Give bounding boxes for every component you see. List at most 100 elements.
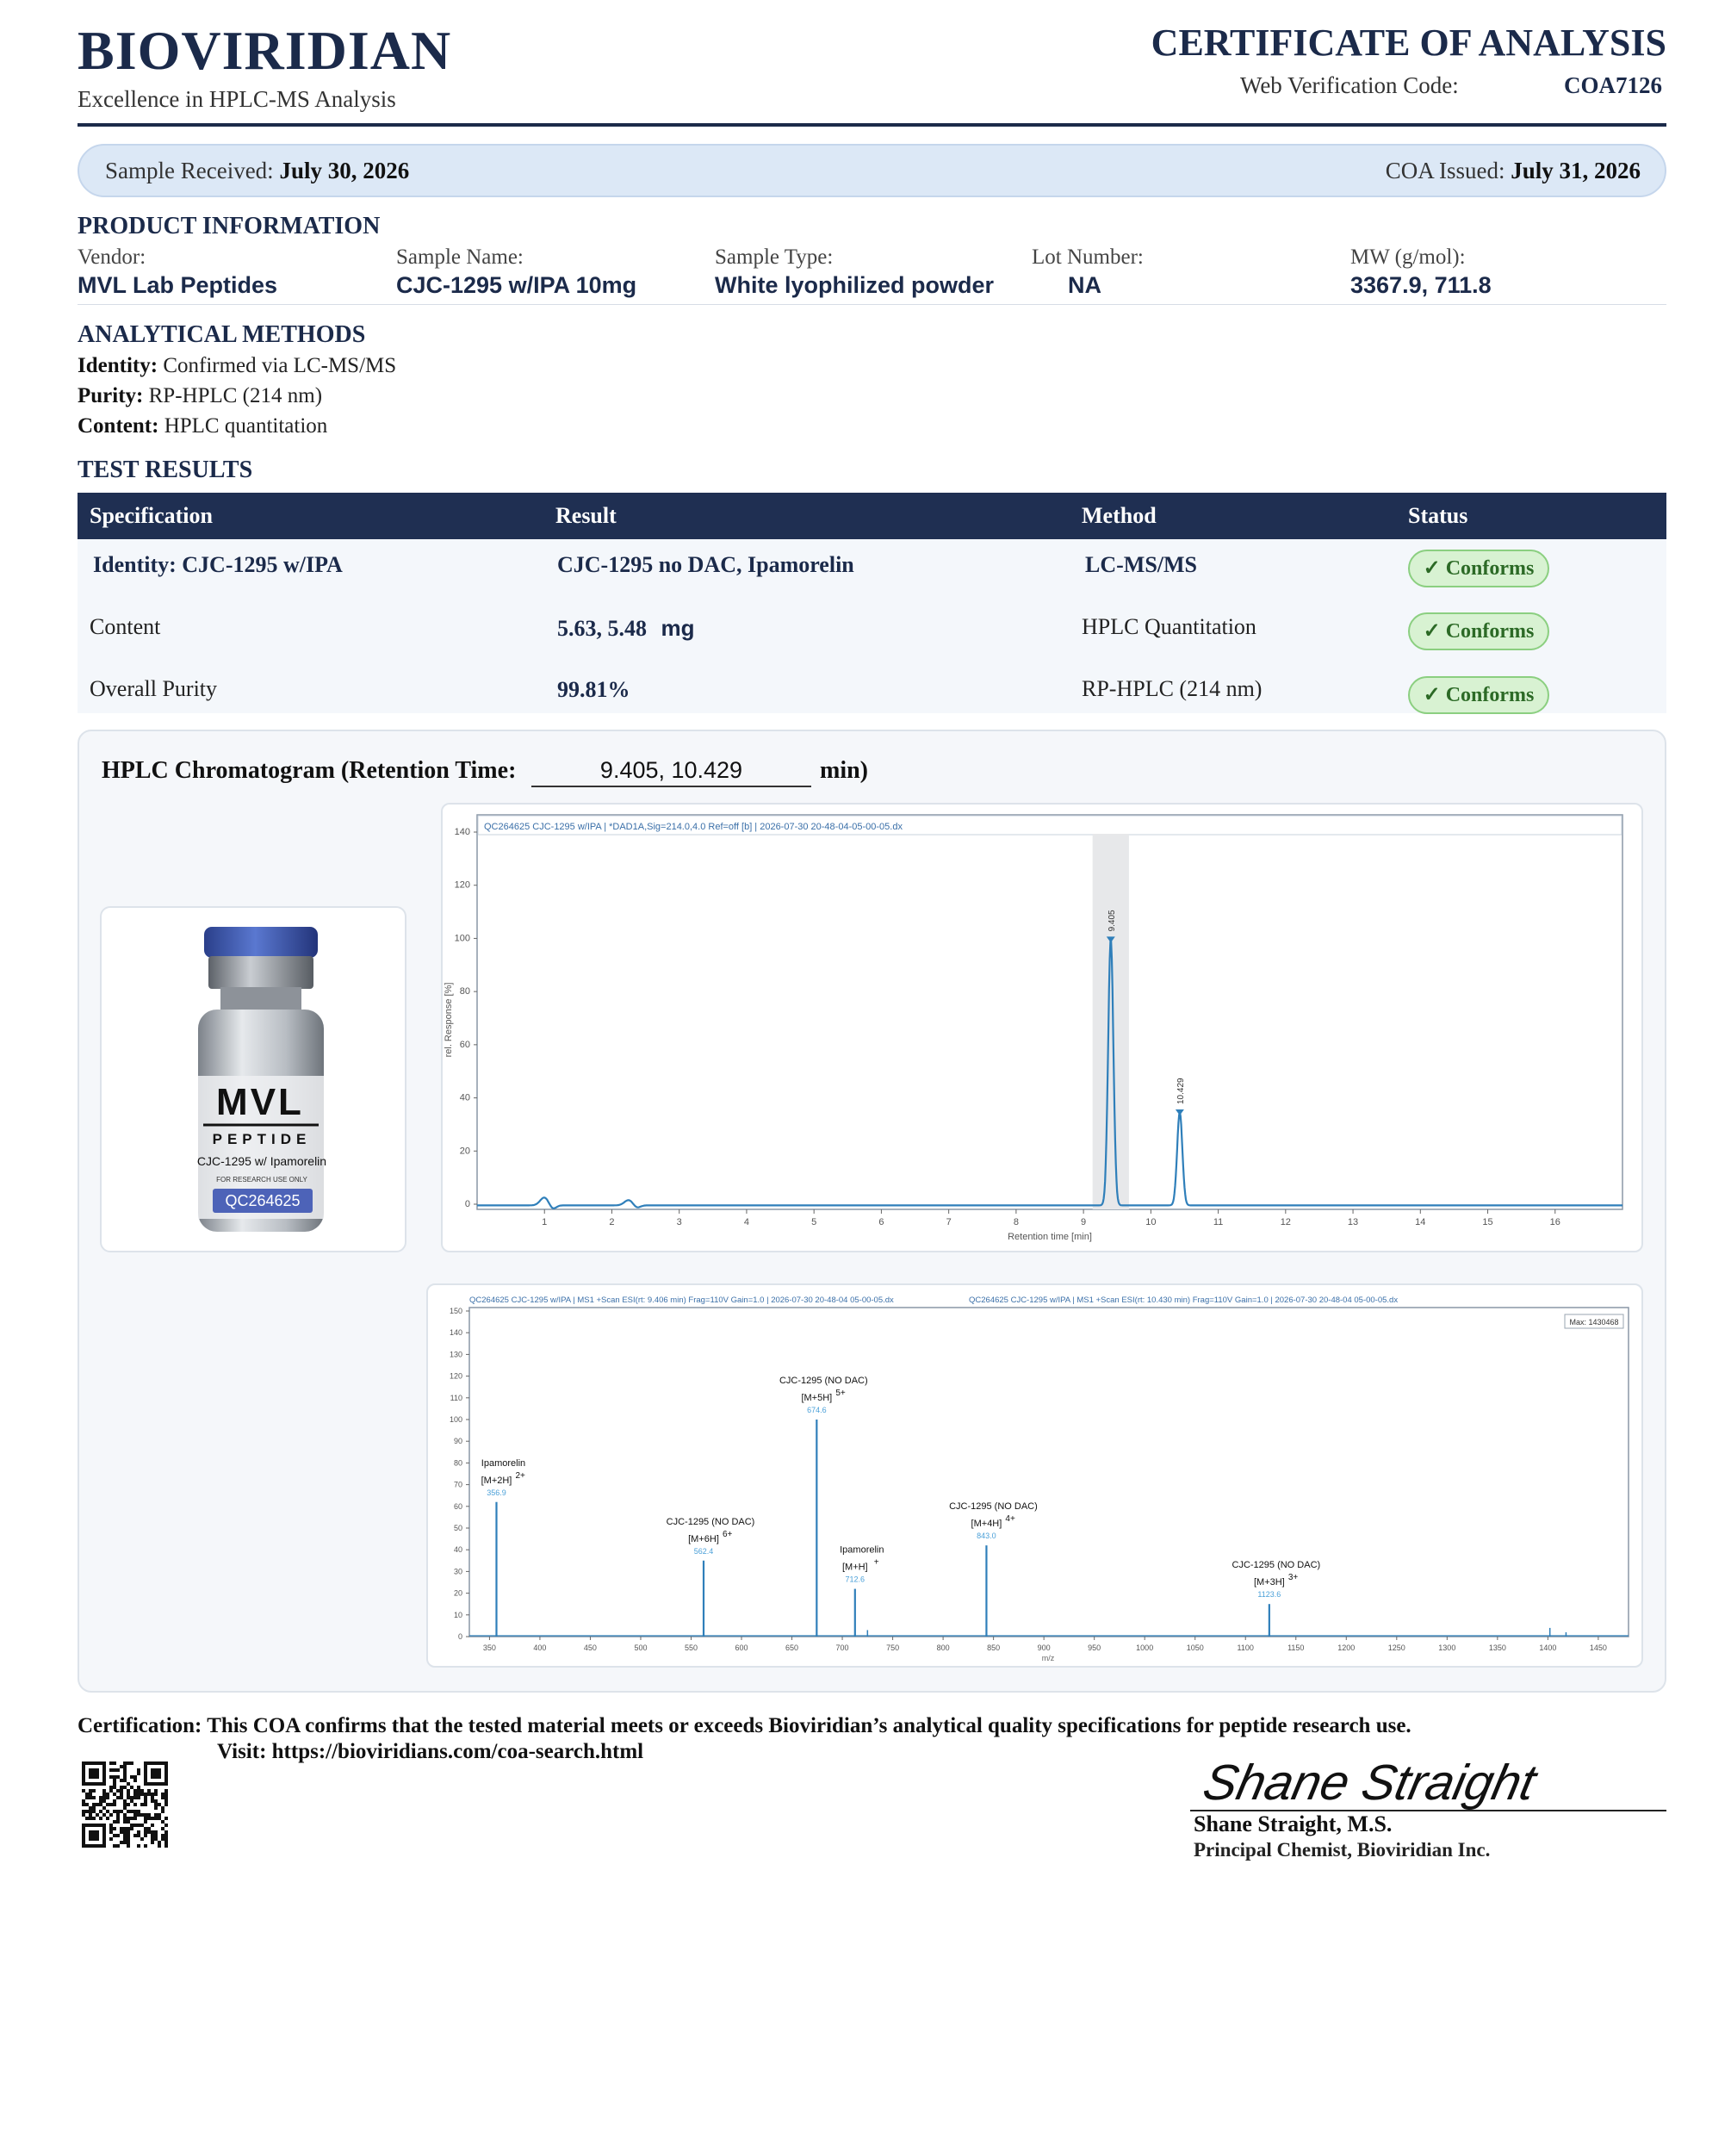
received-date: July 30, 2026 xyxy=(279,158,410,183)
row-purity-spec: Overall Purity xyxy=(90,676,218,701)
mw-value: 3367.9, 711.8 xyxy=(1350,272,1492,298)
vial-subbrand: PEPTIDE xyxy=(213,1131,312,1147)
sample-type-value: White lyophilized powder xyxy=(715,272,994,298)
received-label: Sample Received: xyxy=(105,158,274,183)
hplc-peak-highlight xyxy=(1092,834,1129,1209)
vial-graphic: MVL PEPTIDE CJC-1295 w/ Ipamorelin FOR R… xyxy=(197,927,326,1232)
ms-x-tick-label: 450 xyxy=(584,1643,597,1652)
ms-peak-charge: 2+ xyxy=(515,1471,525,1481)
ms-peak-ion: [M+5H] xyxy=(801,1393,832,1403)
hplc-peak-label: 9.405 xyxy=(1107,910,1117,931)
ms-x-tick-label: 700 xyxy=(836,1643,849,1652)
ms-peak-name: CJC-1295 (NO DAC) xyxy=(1232,1560,1321,1570)
row-identity-result: CJC-1295 no DAC, Ipamorelin xyxy=(557,552,854,577)
product-vial-image: MVL PEPTIDE CJC-1295 w/ Ipamorelin FOR R… xyxy=(100,906,406,1252)
retention-time-value: 9.405, 10.429 xyxy=(531,757,811,787)
vial-product-name: CJC-1295 w/ Ipamorelin xyxy=(197,1154,326,1168)
row-identity-method: LC-MS/MS xyxy=(1085,552,1197,577)
column-header-specification: Specification xyxy=(90,503,213,528)
hplc-x-tick-label: 10 xyxy=(1145,1217,1156,1227)
ms-x-tick-label: 850 xyxy=(987,1643,1000,1652)
status-badge: ✓ Conforms xyxy=(1408,676,1549,714)
vial-crimp xyxy=(208,956,313,989)
row-purity-result: 99.81% xyxy=(557,677,630,702)
certification-label: Certification: xyxy=(78,1714,202,1737)
column-header-status: Status xyxy=(1408,503,1468,528)
ms-x-axis-label: m/z xyxy=(1042,1654,1055,1662)
verification-code: COA7126 xyxy=(1564,72,1662,98)
signer-title: Principal Chemist, Bioviridian Inc. xyxy=(1194,1839,1491,1861)
ms-y-tick-label: 10 xyxy=(454,1611,462,1619)
row-content-spec: Content xyxy=(90,614,161,639)
ms-y-tick-label: 120 xyxy=(450,1372,462,1381)
ms-x-tick-label: 1200 xyxy=(1337,1643,1355,1652)
ms-x-tick-label: 750 xyxy=(886,1643,899,1652)
ms-peak-name: Ipamorelin xyxy=(840,1545,884,1556)
header-divider xyxy=(78,123,1666,127)
methods-heading: ANALYTICAL METHODS xyxy=(78,321,366,348)
ms-y-tick-label: 60 xyxy=(454,1502,462,1511)
qr-code xyxy=(82,1761,168,1848)
hplc-y-tick-label: 40 xyxy=(460,1093,470,1103)
hplc-x-tick-label: 4 xyxy=(744,1217,749,1227)
hplc-header-text: QC264625 CJC-1295 w/IPA | *DAD1A,Sig=214… xyxy=(484,822,903,832)
vial-neck xyxy=(220,987,301,1011)
method-identity-label: Identity: xyxy=(78,354,158,377)
ms-y-tick-label: 100 xyxy=(450,1415,462,1424)
hplc-x-tick-label: 2 xyxy=(609,1217,614,1227)
hplc-x-tick-label: 13 xyxy=(1348,1217,1358,1227)
lot-number-label: Lot Number: xyxy=(1032,245,1144,269)
method-purity: Purity: RP-HPLC (214 nm) xyxy=(78,384,322,408)
certification-text: This COA confirms that the tested materi… xyxy=(207,1714,1411,1737)
ms-peak-charge: 3+ xyxy=(1288,1573,1299,1582)
method-identity-value: Confirmed via LC-MS/MS xyxy=(163,354,397,377)
hplc-plot-area xyxy=(476,814,1623,1210)
product-info-divider xyxy=(78,304,1666,305)
ms-x-tick-label: 400 xyxy=(533,1643,546,1652)
column-header-method: Method xyxy=(1082,503,1157,528)
date-bar: Sample Received: July 30, 2026 COA Issue… xyxy=(78,144,1666,197)
signer-name: Shane Straight, M.S. xyxy=(1194,1811,1393,1836)
ms-peak-charge: 4+ xyxy=(1005,1514,1015,1524)
ms-peak-ion: [M+3H] xyxy=(1254,1577,1285,1587)
issued-date: July 31, 2026 xyxy=(1511,158,1641,183)
ms-y-tick-label: 110 xyxy=(450,1394,462,1402)
ms-y-tick-label: 80 xyxy=(454,1458,462,1467)
ms-x-tick-label: 600 xyxy=(735,1643,748,1652)
hplc-y-tick-label: 20 xyxy=(460,1146,470,1156)
ms-x-tick-label: 950 xyxy=(1088,1643,1101,1652)
ms-y-tick-label: 0 xyxy=(458,1632,462,1641)
hplc-y-tick-label: 60 xyxy=(460,1040,470,1050)
ms-peak-mz: 356.9 xyxy=(487,1488,506,1497)
issued-label: COA Issued: xyxy=(1385,158,1505,183)
sample-received: Sample Received: July 30, 2026 xyxy=(105,158,409,184)
retention-time-unit: min) xyxy=(820,757,868,784)
lot-number-value: NA xyxy=(1068,272,1101,298)
certification-statement: Certification: This COA confirms that th… xyxy=(78,1714,1411,1738)
hplc-x-tick-label: 12 xyxy=(1281,1217,1291,1227)
ms-peak-name: CJC-1295 (NO DAC) xyxy=(949,1501,1038,1512)
ms-y-tick-label: 20 xyxy=(454,1589,462,1598)
ms-peak-name: CJC-1295 (NO DAC) xyxy=(667,1517,755,1527)
ms-peak-mz: 843.0 xyxy=(977,1532,996,1540)
ms-y-tick-label: 70 xyxy=(454,1481,462,1489)
hplc-y-tick-label: 0 xyxy=(465,1199,470,1209)
ms-peak-mz: 674.6 xyxy=(807,1406,827,1414)
mw-label: MW (g/mol): xyxy=(1350,245,1466,269)
ms-x-tick-label: 1350 xyxy=(1489,1643,1506,1652)
status-badge: ✓ Conforms xyxy=(1408,550,1549,587)
row-content-method: HPLC Quantitation xyxy=(1082,614,1256,639)
hplc-y-tick-label: 120 xyxy=(455,880,470,891)
hplc-x-tick-label: 9 xyxy=(1081,1217,1086,1227)
hplc-x-tick-label: 6 xyxy=(878,1217,884,1227)
method-purity-value: RP-HPLC (214 nm) xyxy=(148,384,323,407)
ms-y-tick-label: 90 xyxy=(454,1437,462,1445)
ms-peak-ion: [M+4H] xyxy=(971,1519,1002,1529)
vial-note: FOR RESEARCH USE ONLY xyxy=(216,1176,307,1184)
ms-x-tick-label: 1000 xyxy=(1136,1643,1153,1652)
ms-peak-ion: [M+2H] xyxy=(481,1476,512,1486)
verification-link[interactable]: Visit: https://bioviridians.com/coa-sear… xyxy=(217,1740,643,1764)
status-badge: ✓ Conforms xyxy=(1408,612,1549,650)
coa-issued: COA Issued: July 31, 2026 xyxy=(1386,158,1641,184)
hplc-x-tick-label: 7 xyxy=(946,1217,952,1227)
